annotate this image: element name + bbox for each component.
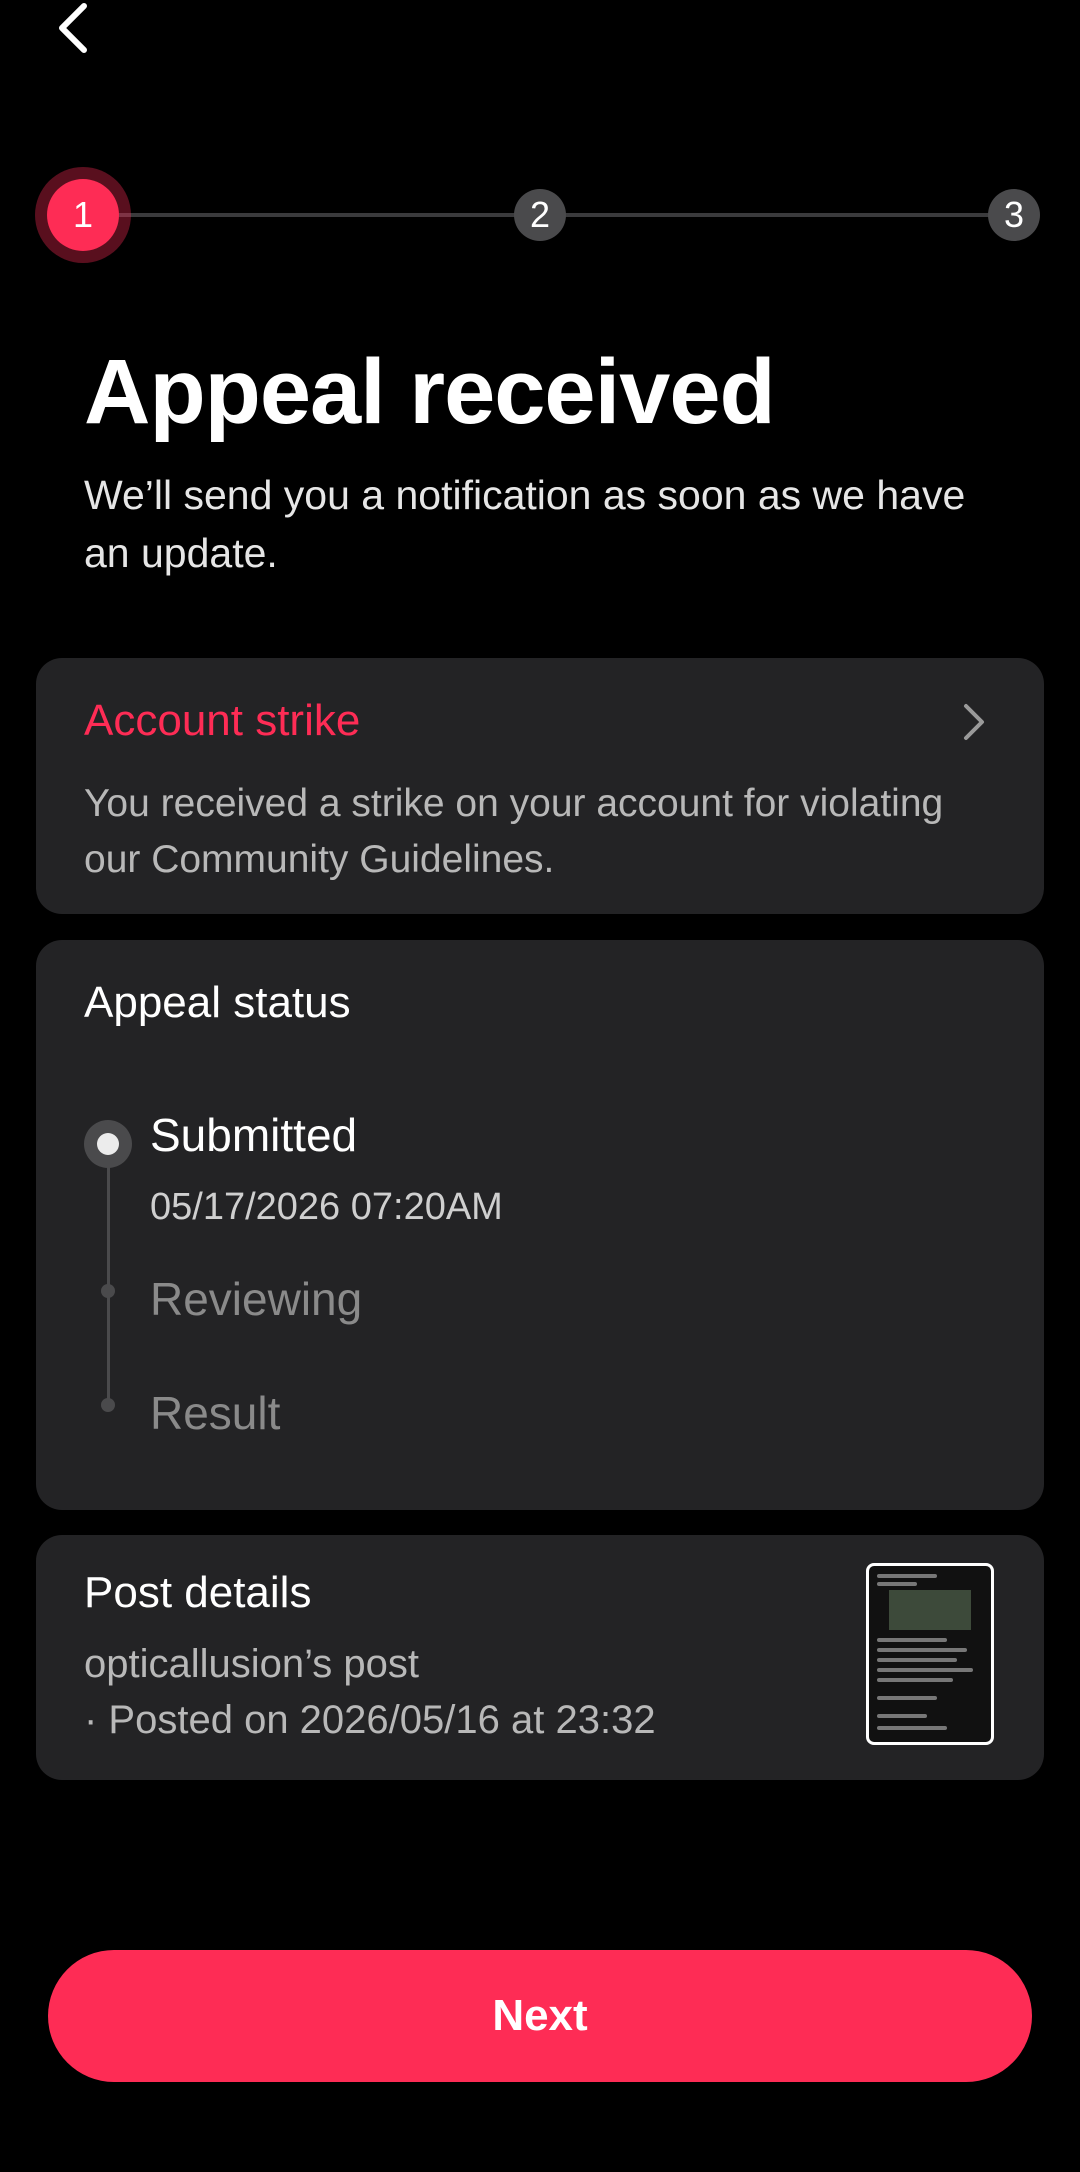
status-submitted-date: 05/17/2026 07:20AM bbox=[150, 1186, 503, 1228]
status-submitted-label: Submitted bbox=[150, 1109, 358, 1161]
step-2: 2 bbox=[514, 189, 566, 241]
step-3: 3 bbox=[988, 189, 1040, 241]
post-thumbnail[interactable] bbox=[866, 1563, 994, 1745]
strike-description: You received a strike on your account fo… bbox=[84, 782, 944, 881]
post-author: opticallusion’s post bbox=[84, 1642, 420, 1686]
page-title: Appeal received bbox=[84, 341, 776, 443]
chevron-right-icon bbox=[958, 702, 988, 742]
timeline-line bbox=[107, 1150, 110, 1410]
page-subtitle: We’ll send you a notification as soon as… bbox=[84, 472, 966, 576]
next-button[interactable]: Next bbox=[48, 1950, 1032, 2082]
step-1: 1 bbox=[47, 179, 119, 251]
chevron-left-icon bbox=[59, 3, 87, 53]
appeal-status-title: Appeal status bbox=[84, 978, 351, 1027]
timeline-dot-reviewing bbox=[101, 1284, 115, 1298]
timeline-dot-submitted bbox=[84, 1120, 132, 1168]
stepper-track bbox=[110, 213, 1030, 217]
back-button[interactable] bbox=[48, 0, 98, 60]
status-result-label: Result bbox=[150, 1387, 281, 1439]
timeline-dot-result bbox=[101, 1398, 115, 1412]
post-details-title: Post details bbox=[84, 1568, 312, 1617]
status-reviewing-label: Reviewing bbox=[150, 1273, 363, 1325]
post-date: · Posted on 2026/05/16 at 23:32 bbox=[84, 1698, 656, 1742]
strike-title: Account strike bbox=[84, 696, 361, 745]
